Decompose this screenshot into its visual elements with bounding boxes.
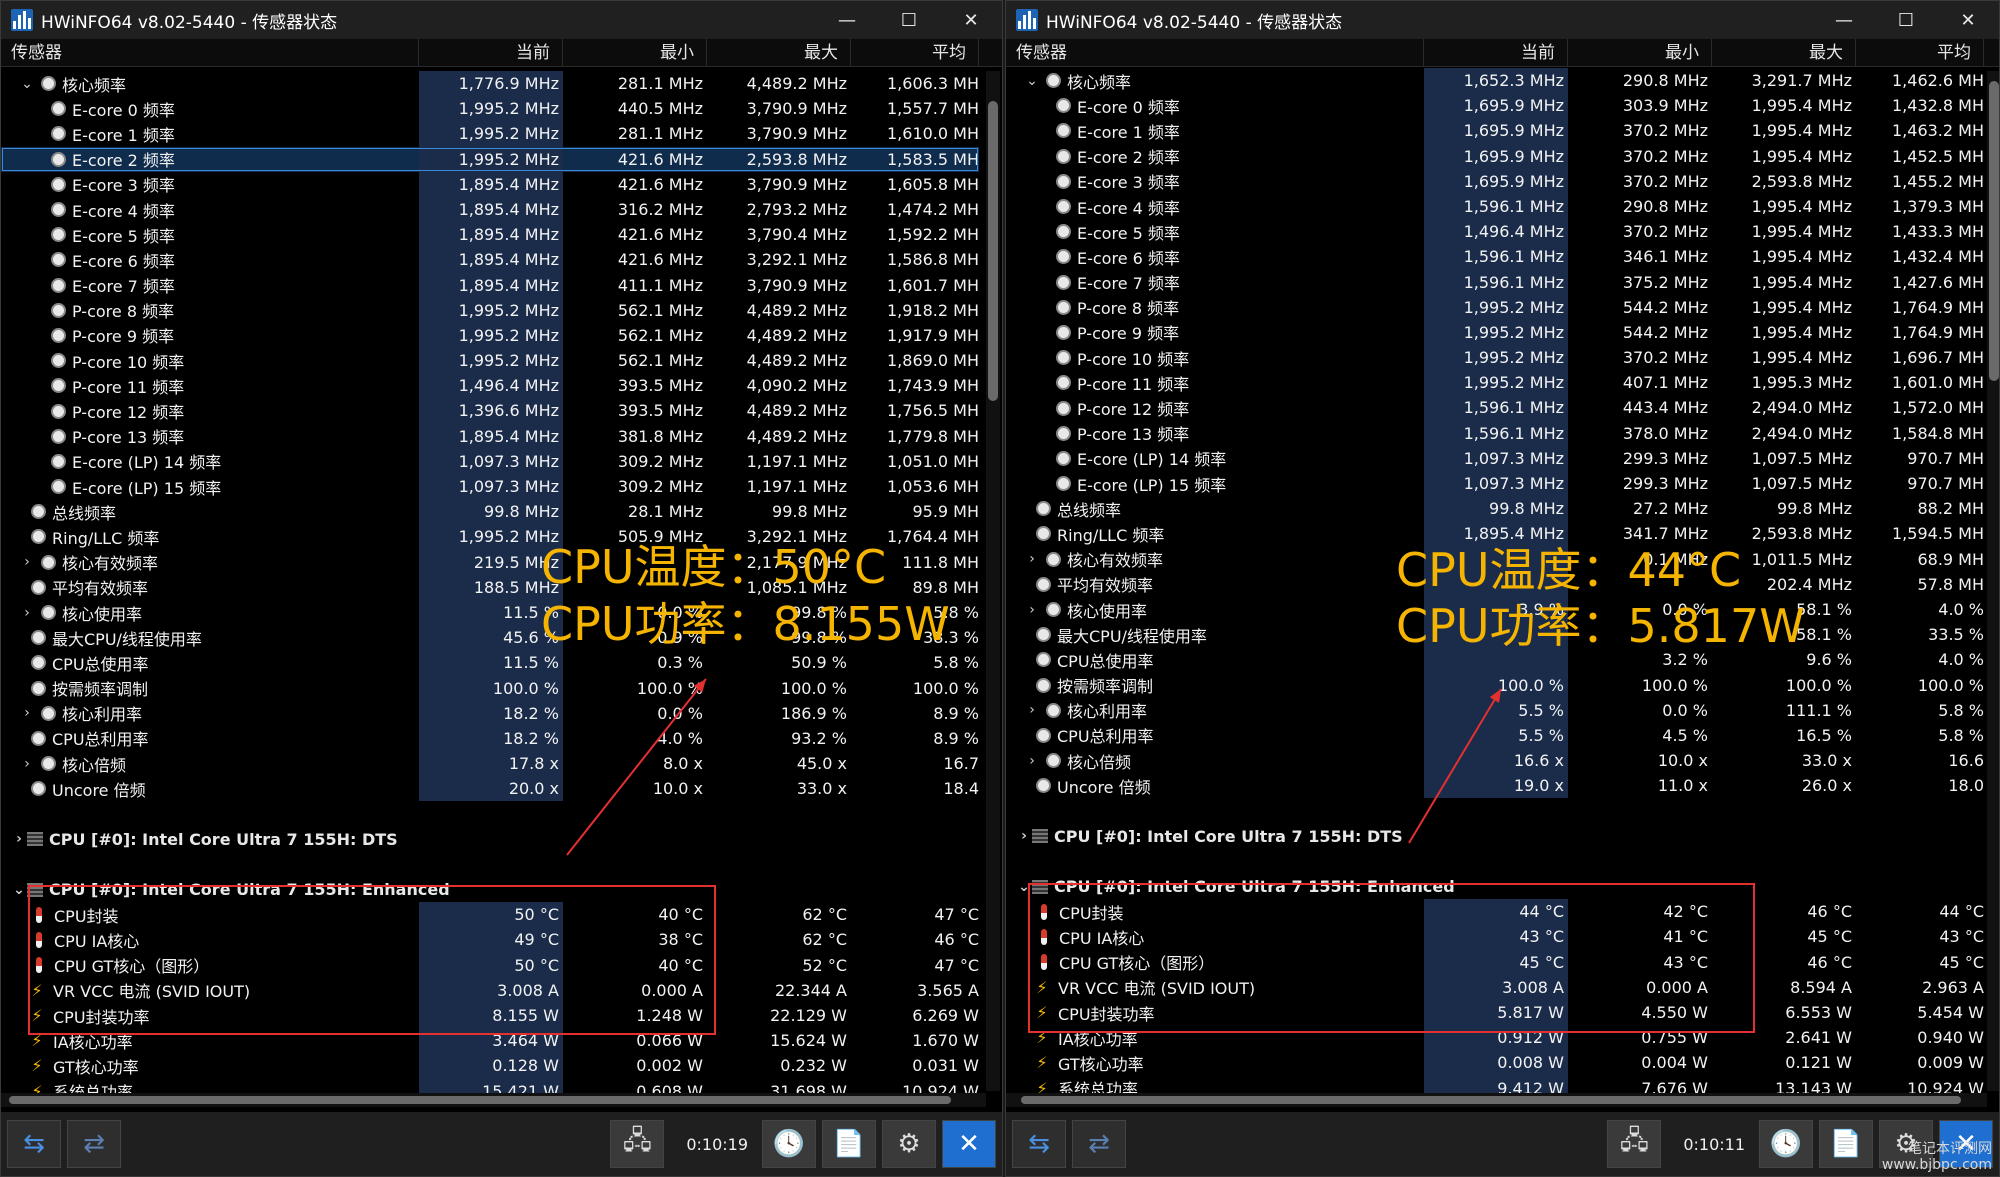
screenshot-stage: HWiNFO64 v8.02-5440 - 传感器状态 — ☐ ✕ 传感器 当前 最小 最大平… [0,0,2000,1177]
watermark: 笔记本评测网 www.bjbpc.com [1882,1141,1992,1173]
annotation-arrow [1408,688,1502,844]
sensor-window-left: HWiNFO64 v8.02-5440 - 传感器状态 — ☐ ✕ 传感器 当前 最小 最大平… [0,0,1003,1177]
sensor-window-right: HWiNFO64 v8.02-5440 - 传感器状态 — ☐ ✕ 传感器 当前 最小 最大平… [1005,0,2000,1177]
watermark-line1: 笔记本评测网 [1908,1141,1992,1157]
watermark-line2: www.bjbpc.com [1881,1157,1992,1173]
annotation-arrow [566,678,707,856]
